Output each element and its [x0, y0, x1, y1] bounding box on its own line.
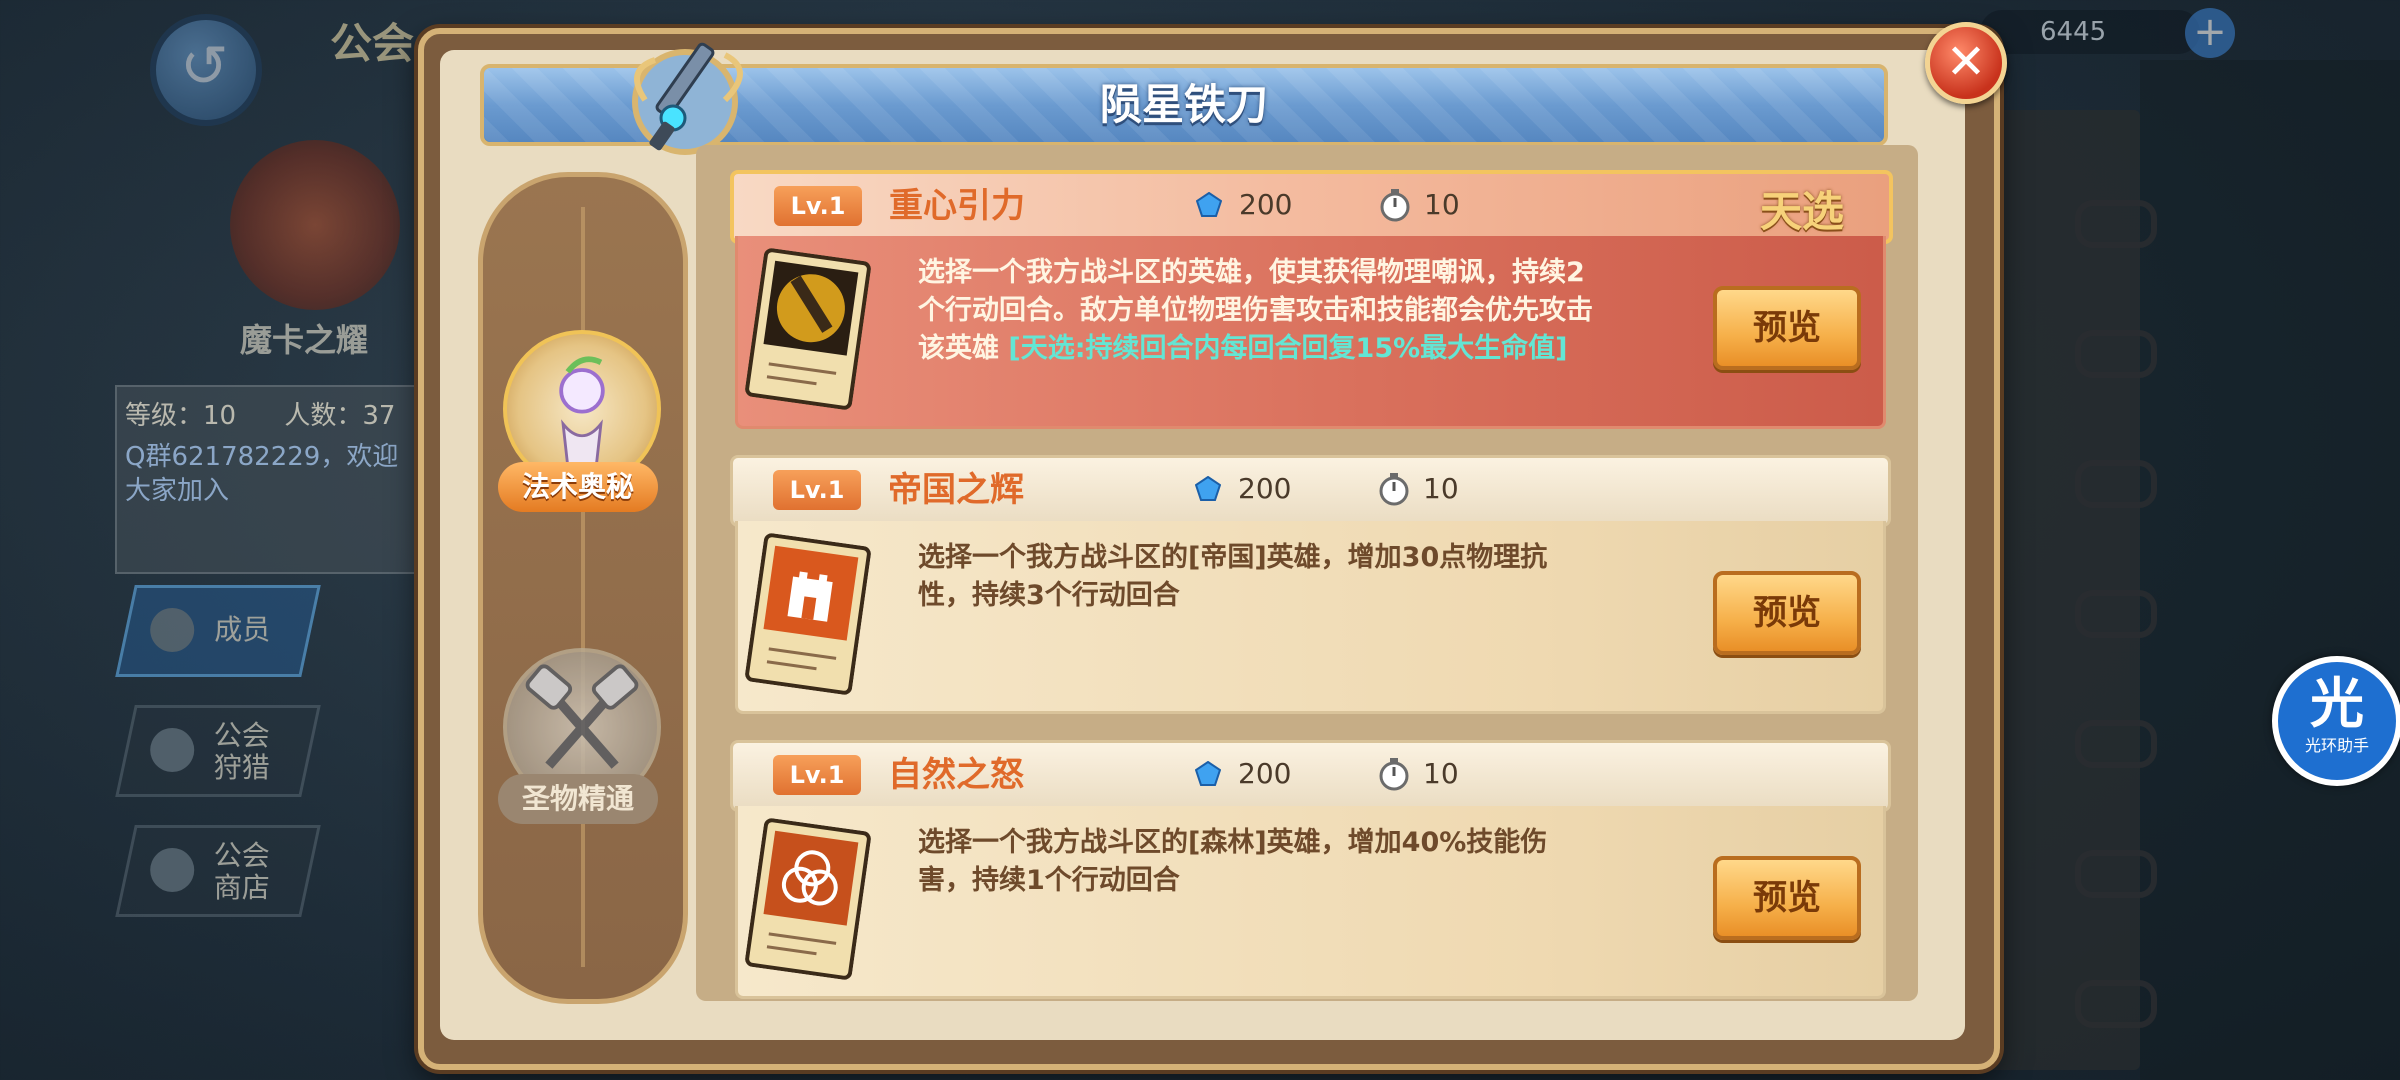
chosen-bonus-text: [天选:持续回合内每回合回复15%最大生命值] — [1008, 333, 1568, 364]
nav-hunt-button[interactable]: 公会 狩猎 — [115, 705, 321, 797]
level-badge: Lv.1 — [773, 470, 861, 510]
currency-display: 6445 — [1980, 10, 2200, 54]
castle-card-icon — [745, 533, 871, 695]
guild-members: 人数：37 — [284, 401, 396, 431]
skill-name: 重心引力 — [889, 186, 1025, 226]
gem-cost: 200 — [1238, 472, 1292, 505]
timer-value: 10 — [1423, 757, 1459, 790]
add-currency-button[interactable]: + — [2185, 8, 2235, 58]
skill-name: 帝国之辉 — [888, 470, 1024, 510]
nav-shop-label: 公会 商店 — [213, 839, 270, 904]
preview-button[interactable]: 预览 — [1713, 571, 1861, 655]
gem-icon — [1196, 192, 1222, 217]
weapon-icon — [632, 42, 743, 155]
skill-card: 选择一个我方战斗区的[森林]英雄，增加40%技能伤害，持续1个行动回合 预览 — [735, 806, 1886, 999]
helper-label: 光环助手 — [2304, 736, 2369, 755]
skill-name: 自然之怒 — [888, 755, 1024, 795]
members-icon — [150, 608, 195, 652]
nav-members-label: 成员 — [214, 613, 271, 646]
skill-description: 选择一个我方战斗区的英雄，使其获得物理嘲讽，持续2个行动回合。敌方单位物理伤害攻… — [918, 254, 1598, 368]
guild-notice: Q群621782229，欢迎大家加入 — [125, 442, 399, 506]
tab-relic-mastery-label: 圣物精通 — [498, 774, 658, 824]
category-tabs — [478, 172, 688, 1004]
guild-emblem — [230, 140, 400, 310]
guild-name: 魔卡之耀 — [240, 321, 369, 359]
book-ring — [2075, 590, 2157, 638]
helper-widget[interactable]: 光 光环助手 — [2272, 656, 2400, 786]
nav-members-button[interactable]: 成员 — [115, 585, 321, 677]
gem-cost: 200 — [1239, 188, 1293, 221]
tab-relic-mastery[interactable]: 圣物精通 — [478, 648, 678, 848]
guild-stats: 等级：10 人数：37 — [125, 395, 435, 432]
skill-header: Lv.1 重心引力 200 10 天选 — [730, 170, 1893, 244]
stopwatch-icon — [1379, 758, 1409, 791]
book-ring — [2075, 460, 2157, 508]
book-ring — [2075, 330, 2157, 378]
back-button[interactable]: ↺ — [150, 14, 262, 126]
back-arrow-icon: ↺ — [180, 32, 229, 100]
gem-icon — [1195, 761, 1221, 786]
preview-button[interactable]: 预览 — [1713, 286, 1861, 370]
book-ring — [2075, 720, 2157, 768]
guild-level: 等级：10 — [125, 401, 237, 431]
book-ring — [2075, 200, 2157, 248]
level-badge: Lv.1 — [773, 755, 861, 795]
stopwatch-icon — [1380, 189, 1410, 222]
helper-icon: 光 — [2310, 672, 2364, 735]
sword-card-icon — [745, 248, 871, 410]
skill-description: 选择一个我方战斗区的[森林]英雄，增加40%技能伤害，持续1个行动回合 — [918, 827, 1548, 896]
nav-hunt-label: 公会 狩猎 — [213, 719, 270, 784]
stopwatch-icon — [1379, 473, 1409, 506]
close-button[interactable]: ✕ — [1925, 22, 2007, 104]
timer-value: 10 — [1424, 188, 1460, 221]
header-title: 公会 — [330, 19, 415, 68]
skill-header: Lv.1 自然之怒 200 10 — [730, 740, 1891, 812]
tab-spell-mystery-label: 法术奥秘 — [498, 462, 658, 512]
right-backdrop — [2140, 60, 2400, 1080]
preview-button[interactable]: 预览 — [1713, 856, 1861, 940]
triquetra-card-icon — [745, 818, 871, 980]
timer-value: 10 — [1423, 472, 1459, 505]
tab-spell-mystery[interactable]: 法术奥秘 — [478, 330, 678, 530]
shop-icon — [150, 848, 195, 892]
gem-cost: 200 — [1238, 757, 1292, 790]
gem-icon — [1195, 476, 1221, 501]
skill-description: 选择一个我方战斗区的[帝国]英雄，增加30点物理抗性，持续3个行动回合 — [918, 542, 1548, 611]
chosen-badge: 天选 — [1759, 187, 1844, 236]
nav-shop-button[interactable]: 公会 商店 — [115, 825, 321, 917]
skill-card: 选择一个我方战斗区的英雄，使其获得物理嘲讽，持续2个行动回合。敌方单位物理伤害攻… — [735, 236, 1886, 429]
book-ring — [2075, 850, 2157, 898]
skill-card: 选择一个我方战斗区的[帝国]英雄，增加30点物理抗性，持续3个行动回合 预览 — [735, 521, 1886, 714]
sword-icon — [150, 728, 195, 772]
book-ring — [2075, 980, 2157, 1028]
level-badge: Lv.1 — [774, 186, 862, 226]
skill-header: Lv.1 帝国之辉 200 10 — [730, 455, 1891, 527]
